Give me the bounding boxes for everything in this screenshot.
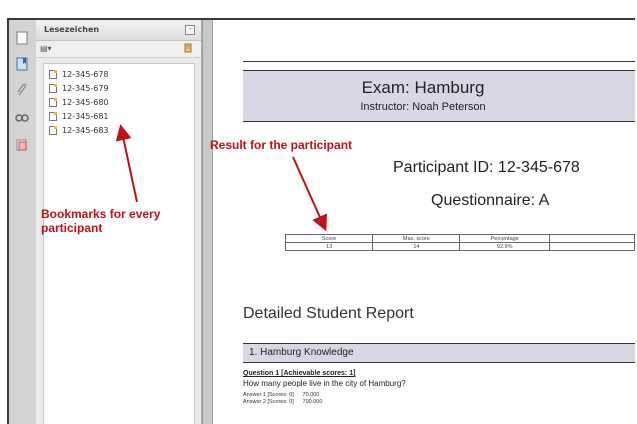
options-menu-button[interactable]: ▤▾ [40, 44, 52, 53]
bookmark-page-icon [49, 126, 57, 135]
table-header-cell: Percentage [459, 234, 550, 243]
bookmark-item[interactable]: 12-345-679 [49, 84, 109, 93]
table-cell: 13 [284, 242, 374, 251]
questionnaire-label: Questionnaire: A [431, 192, 550, 209]
bookmark-item[interactable]: 12-345-678 [49, 70, 109, 79]
answer-row: Answer 1 [Scores: 0] 70.000 [243, 392, 319, 398]
report-title: Detailed Student Report [243, 305, 414, 322]
table-header-cell: Max. score [372, 234, 461, 243]
section-title: 1. Hamburg Knowledge [249, 347, 354, 358]
answer-label: Answer 2 [Scores: 0] [243, 399, 294, 405]
table-header-cell [548, 234, 635, 243]
bookmark-list: 12-345-678 12-345-679 12-345-680 12-345-… [43, 63, 195, 424]
instructor-line: Instructor: Noah Peterson [360, 101, 486, 113]
bookmark-page-icon [49, 70, 57, 79]
bookmark-page-icon [49, 112, 57, 121]
bookmark-item[interactable]: 12-345-681 [49, 112, 109, 121]
question-text: How many people live in the city of Hamb… [243, 379, 406, 388]
bookmark-label: 12-345-680 [62, 98, 109, 107]
answer-value: 700.000 [302, 399, 323, 405]
table-row: 13 14 92.9% [284, 242, 635, 251]
exam-header-band: Exam: Hamburg Instructor: Noah Peterson [243, 70, 635, 122]
panel-splitter[interactable] [202, 20, 213, 424]
bookmark-page-icon [49, 84, 57, 93]
participant-id: Participant ID: 12-345-678 [393, 159, 580, 176]
section-band: 1. Hamburg Knowledge [243, 343, 635, 363]
page-rule [243, 61, 635, 62]
collapse-panel-button[interactable]: - [185, 25, 195, 35]
question-title: Question 1 [Achievable scores: 1] [243, 370, 356, 377]
bookmark-page-icon [49, 98, 57, 107]
pages-icon[interactable] [14, 30, 30, 46]
bookmarks-annotation-line: participant [41, 221, 103, 235]
bookmark-label: 12-345-679 [62, 84, 109, 93]
bookmark-label: 12-345-678 [62, 70, 109, 79]
bookmark-icon[interactable] [14, 56, 30, 72]
layers-icon[interactable] [14, 137, 30, 153]
answer-value: 70.000 [302, 392, 320, 398]
answer-label: Answer 1 [Scores: 0] [243, 392, 294, 398]
table-header-row: Score Max. score Percentage [284, 234, 635, 243]
bookmark-label: 12-345-681 [62, 112, 109, 121]
document-page: Exam: Hamburg Instructor: Noah Peterson … [213, 20, 635, 424]
attachment-icon[interactable] [14, 82, 30, 98]
bookmarks-toolbar: ▤▾ [36, 41, 201, 58]
answer-row: Answer 2 [Scores: 0] 700.000 [243, 399, 322, 405]
bookmark-label: 12-345-683 [62, 126, 109, 135]
table-cell: 92.9% [459, 242, 550, 251]
bookmarks-panel-header: Lesezeichen - [36, 20, 201, 41]
result-annotation: Result for the participant [210, 138, 353, 152]
exam-title: Exam: Hamburg [361, 78, 485, 97]
table-cell [548, 242, 635, 251]
table-header-cell: Score [284, 234, 374, 243]
table-cell: 14 [372, 242, 461, 251]
bookmarks-annotation-line: Bookmarks for every [41, 207, 161, 221]
search-icon[interactable] [14, 110, 30, 126]
panel-title: Lesezeichen [44, 25, 100, 34]
score-table: Score Max. score Percentage 13 14 92.9% [284, 234, 635, 251]
bookmark-item[interactable]: 12-345-683 [49, 126, 109, 135]
navigation-toolbar [9, 20, 37, 424]
bookmark-item[interactable]: 12-345-680 [49, 98, 109, 107]
bookmark-tool-icon[interactable] [183, 43, 193, 55]
bookmarks-annotation: Bookmarks for every participant [41, 207, 160, 235]
